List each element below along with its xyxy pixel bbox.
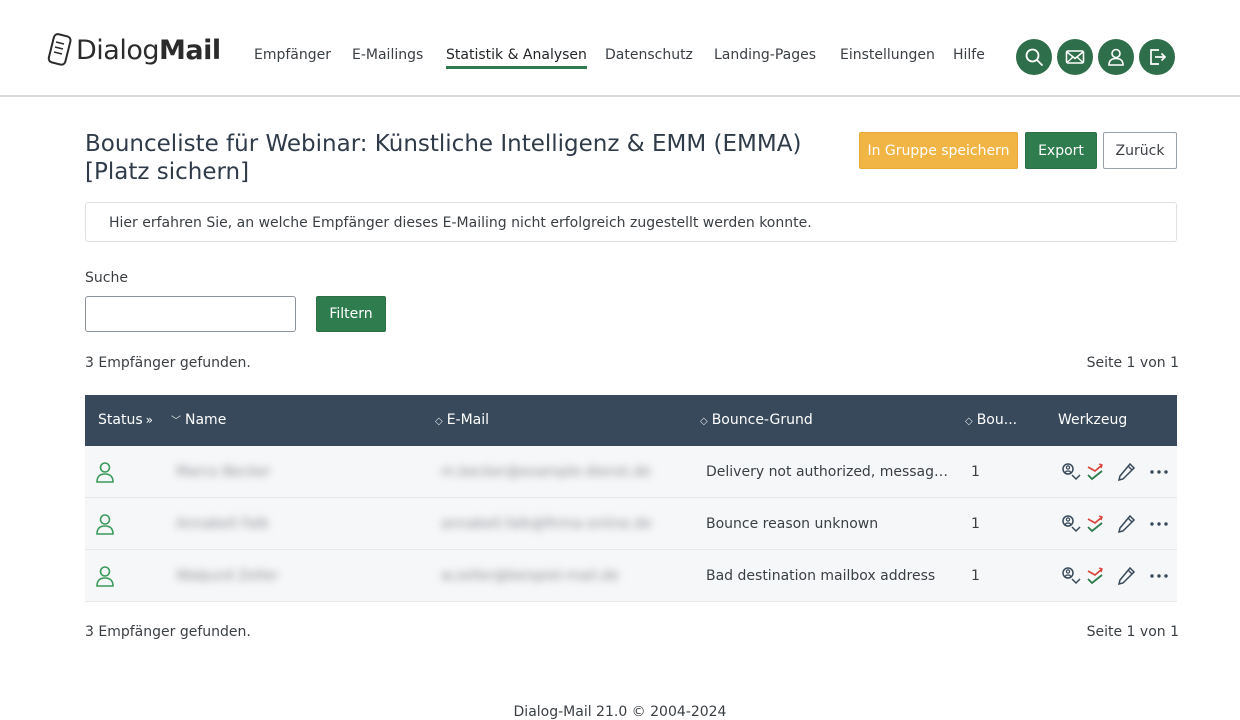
sort-desc-icon: ﹀ xyxy=(171,416,181,427)
more-horizontal-icon xyxy=(1150,522,1168,526)
bounce-count: 1 xyxy=(971,516,980,532)
resubscribe-button[interactable] xyxy=(1085,513,1107,535)
mail-icon xyxy=(1065,50,1085,64)
more-horizontal-icon xyxy=(1150,470,1168,474)
recipient-email[interactable]: w.zeller@beispiel-mail.de xyxy=(441,550,681,602)
recipient-email[interactable]: m.becker@example-dienst.de xyxy=(441,446,681,498)
edit-button[interactable] xyxy=(1115,565,1137,587)
results-count-top: 3 Empfänger gefunden. xyxy=(85,355,251,371)
bounce-reason: Bounce reason unknown xyxy=(706,516,879,532)
bounce-table: Status» ﹀ Name ◇ E-Mail ◇ Bounce-Grund ◇ Bou… xyxy=(85,395,1177,602)
logout-button[interactable] xyxy=(1139,39,1175,75)
pencil-icon xyxy=(1117,462,1136,482)
bounce-count: 1 xyxy=(971,464,980,480)
sort-icon: ◇ xyxy=(435,416,443,427)
export-button[interactable]: Export xyxy=(1025,132,1097,169)
page-title: Bounceliste für Webinar: Künstliche Inte… xyxy=(85,131,802,185)
mail-button[interactable] xyxy=(1057,39,1093,75)
user-status-icon xyxy=(96,462,114,483)
recipient-search-icon xyxy=(1062,567,1081,585)
search-icon xyxy=(1025,48,1043,66)
recipient-name[interactable]: Walpurd Zeller xyxy=(176,550,416,602)
more-options-button[interactable] xyxy=(1148,461,1170,483)
bounce-reason: Bad destination mailbox address xyxy=(706,568,936,584)
back-button[interactable]: Zurück xyxy=(1103,132,1177,169)
table-row[interactable]: Marco Becker m.becker@example-dienst.de … xyxy=(85,446,1177,498)
page-info-bottom: Seite 1 von 1 xyxy=(1086,624,1179,640)
recipient-details-button[interactable] xyxy=(1060,513,1082,535)
column-header-name[interactable]: ﹀ Name xyxy=(171,395,226,446)
recipient-name[interactable]: Marco Becker xyxy=(176,446,416,498)
search-input[interactable] xyxy=(85,296,296,332)
nav-item-statistik[interactable]: Statistik & Analysen xyxy=(446,44,587,69)
more-options-button[interactable] xyxy=(1148,565,1170,587)
recipient-search-icon xyxy=(1062,515,1081,533)
recipient-details-button[interactable] xyxy=(1060,565,1082,587)
resubscribe-button[interactable] xyxy=(1085,461,1107,483)
table-body: Marco Becker m.becker@example-dienst.de … xyxy=(85,446,1177,602)
bounce-check-icon xyxy=(1087,463,1103,481)
column-header-tools: Werkzeug xyxy=(1058,412,1128,428)
nav-item-hilfe[interactable]: Hilfe xyxy=(953,44,985,66)
recipient-name[interactable]: Annabell Falk xyxy=(176,498,416,550)
search-button[interactable] xyxy=(1016,39,1052,75)
pencil-icon xyxy=(1117,566,1136,586)
table-header: Status» ﹀ Name ◇ E-Mail ◇ Bounce-Grund ◇ Bou… xyxy=(85,395,1177,446)
info-message: Hier erfahren Sie, an welche Empfänger d… xyxy=(85,202,1177,242)
edit-button[interactable] xyxy=(1115,461,1137,483)
app-header: DialogMail Empfänger E-Mailings Statisti… xyxy=(0,0,1240,97)
table-row[interactable]: Annabell Falk annabell.falk@firma-online… xyxy=(85,498,1177,550)
user-icon xyxy=(1108,48,1124,66)
sort-icon: ◇ xyxy=(700,416,708,427)
table-row[interactable]: Walpurd Zeller w.zeller@beispiel-mail.de… xyxy=(85,550,1177,602)
footer-copyright: Dialog-Mail 21.0 © 2004-2024 xyxy=(513,704,727,720)
column-header-status[interactable]: Status» xyxy=(98,395,153,446)
recipient-details-button[interactable] xyxy=(1060,461,1082,483)
bounce-check-icon xyxy=(1087,567,1103,585)
main-nav: Empfänger E-Mailings Statistik & Analyse… xyxy=(0,44,1240,69)
results-count-bottom: 3 Empfänger gefunden. xyxy=(85,624,251,640)
more-horizontal-icon xyxy=(1150,574,1168,578)
save-to-group-button[interactable]: In Gruppe speichern xyxy=(859,132,1018,169)
user-status-icon xyxy=(96,566,114,587)
pencil-icon xyxy=(1117,514,1136,534)
resubscribe-button[interactable] xyxy=(1085,565,1107,587)
filter-button[interactable]: Filtern xyxy=(316,296,386,332)
more-options-button[interactable] xyxy=(1148,513,1170,535)
search-label: Suche xyxy=(85,270,128,286)
nav-item-empfaenger[interactable]: Empfänger xyxy=(254,44,331,66)
sort-icon: ◇ xyxy=(965,416,973,427)
nav-item-einstellungen[interactable]: Einstellungen xyxy=(840,44,935,66)
user-status-icon xyxy=(96,514,114,535)
edit-button[interactable] xyxy=(1115,513,1137,535)
column-header-email[interactable]: ◇ E-Mail xyxy=(435,395,489,446)
nav-item-e-mailings[interactable]: E-Mailings xyxy=(352,44,423,66)
recipient-search-icon xyxy=(1062,463,1081,481)
nav-item-datenschutz[interactable]: Datenschutz xyxy=(605,44,693,66)
column-header-bounces[interactable]: ◇ Bou... xyxy=(965,395,1017,446)
bounce-check-icon xyxy=(1087,515,1103,533)
profile-button[interactable] xyxy=(1098,39,1134,75)
page-info-top: Seite 1 von 1 xyxy=(1086,355,1179,371)
bounce-count: 1 xyxy=(971,568,980,584)
logout-icon xyxy=(1150,49,1167,65)
bounce-reason: Delivery not authorized, message refused xyxy=(706,464,954,480)
column-header-reason[interactable]: ◇ Bounce-Grund xyxy=(700,395,813,446)
recipient-email[interactable]: annabell.falk@firma-online.de xyxy=(441,498,681,550)
nav-item-landing-pages[interactable]: Landing-Pages xyxy=(714,44,816,66)
